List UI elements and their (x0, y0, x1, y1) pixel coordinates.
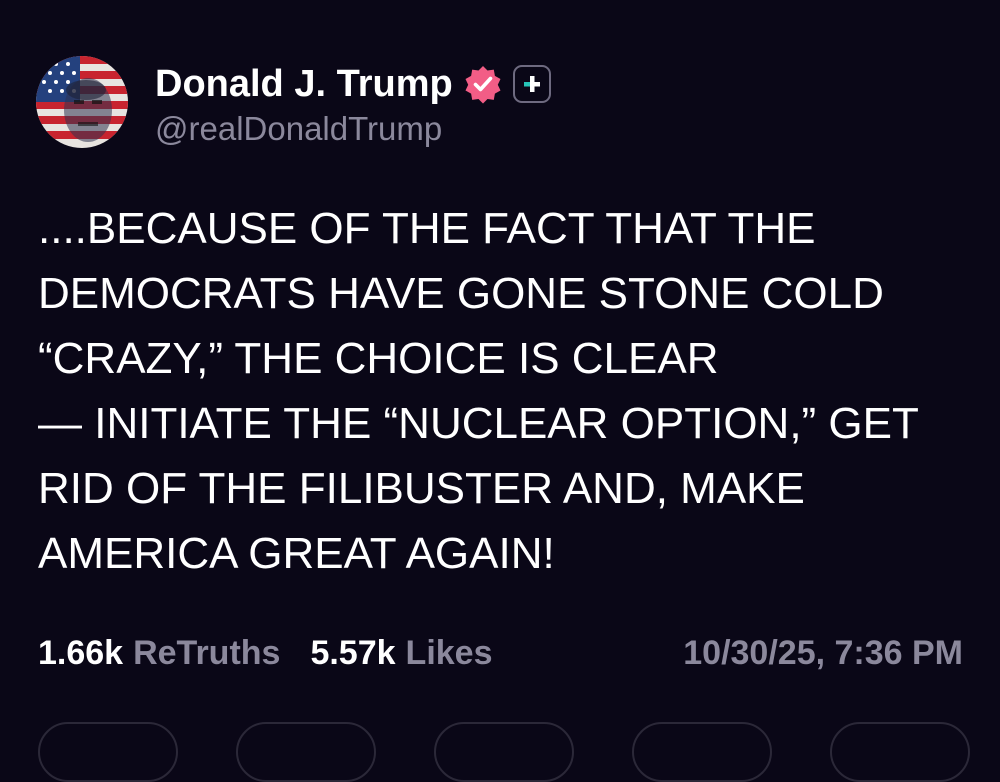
likes-stat[interactable]: 5.57k Likes (310, 634, 492, 673)
name-row: Donald J. Trump (155, 60, 551, 108)
likes-count: 5.57k (310, 633, 396, 672)
display-name[interactable]: Donald J. Trump (155, 63, 453, 106)
avatar-flag-portrait-icon (36, 56, 128, 148)
more-button[interactable] (830, 722, 970, 782)
retruths-count: 1.66k (38, 633, 124, 672)
post-stats: 1.66k ReTruths 5.57k Likes 10/30/25, 7:3… (38, 630, 963, 676)
plus-badge-icon[interactable] (512, 65, 551, 103)
reply-button[interactable] (38, 722, 178, 782)
likes-label: Likes (405, 633, 493, 672)
retruths-stat[interactable]: 1.66k ReTruths (38, 634, 280, 673)
verified-badge-icon (463, 64, 503, 104)
share-button[interactable] (632, 722, 772, 782)
avatar[interactable] (36, 56, 128, 148)
account-identity: Donald J. Trump @realDonaldTrump (155, 60, 551, 148)
action-bar (38, 722, 1000, 782)
retruths-label: ReTruths (133, 633, 281, 672)
post-text: ....BECAUSE OF THE FACT THAT THE DEMOCRA… (38, 204, 919, 578)
account-handle[interactable]: @realDonaldTrump (155, 110, 551, 148)
like-button[interactable] (434, 722, 574, 782)
retruth-button[interactable] (236, 722, 376, 782)
post-header: Donald J. Trump @realDonaldTrump (36, 56, 551, 152)
post-timestamp: 10/30/25, 7:36 PM (683, 633, 963, 672)
